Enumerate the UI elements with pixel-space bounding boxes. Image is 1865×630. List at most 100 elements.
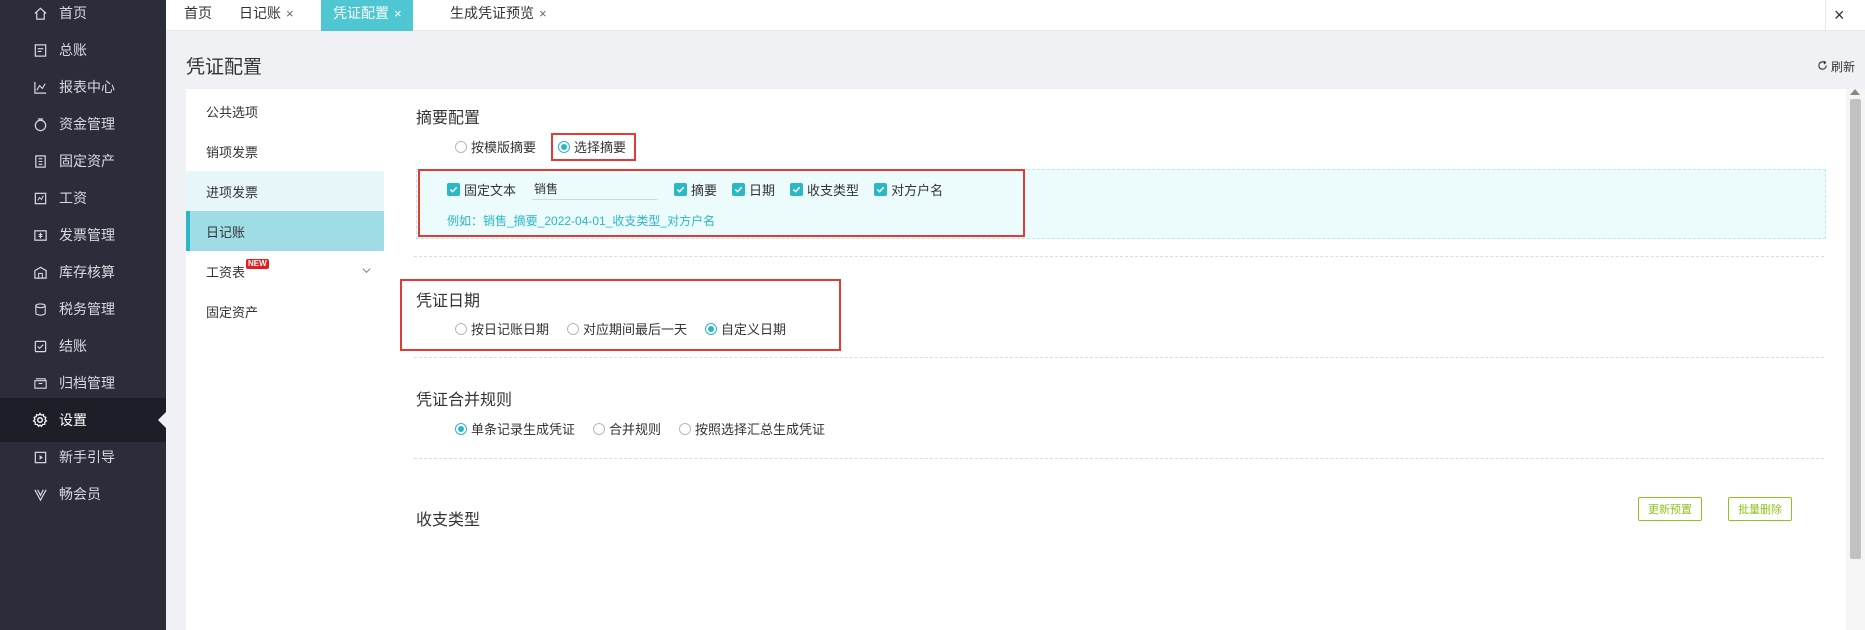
tab-voucher-config[interactable]: 凭证配置 × xyxy=(321,0,413,31)
close-all-tabs-button[interactable]: × xyxy=(1825,0,1865,31)
nav-label: 归档管理 xyxy=(59,375,115,391)
nav-item-vip[interactable]: 畅会员 xyxy=(0,472,166,516)
tab-label: 凭证配置 xyxy=(333,5,389,21)
vip-icon xyxy=(28,487,52,502)
submenu-label: 工资表 xyxy=(206,264,246,280)
divider xyxy=(414,458,1824,459)
nav-label: 设置 xyxy=(59,412,87,428)
nav-label: 库存核算 xyxy=(59,264,115,280)
nav-label: 总账 xyxy=(59,42,87,58)
income-type-title: 收支类型 xyxy=(416,512,481,529)
submenu-item-sales-invoice[interactable]: 销项发票 xyxy=(186,131,384,171)
checkout-icon xyxy=(28,339,52,354)
radio-merge-rule[interactable]: 合并规则 xyxy=(593,419,661,438)
sidebar: 首页 总账 报表中心 资金管理 固定资产 工资 发票管理 库存核算 税务管理 结… xyxy=(0,0,166,630)
radio-label: 按照选择汇总生成凭证 xyxy=(695,422,826,437)
tab-voucher-preview[interactable]: 生成凭证预览 × xyxy=(440,0,557,31)
refresh-icon xyxy=(1817,60,1828,74)
tab-bar: 首页 日记账 × 凭证配置 × 生成凭证预览 × × xyxy=(166,0,1865,31)
nav-label: 税务管理 xyxy=(59,301,115,317)
tab-home[interactable]: 首页 xyxy=(174,0,222,31)
submenu-label: 固定资产 xyxy=(206,304,259,320)
chart-icon xyxy=(28,80,52,95)
config-submenu: 公共选项 销项发票 进项发票 日记账 工资表 NEW 固定资产 xyxy=(166,89,384,630)
tab-label: 生成凭证预览 xyxy=(450,5,534,21)
gear-icon xyxy=(28,412,52,428)
close-icon[interactable]: × xyxy=(286,6,294,21)
nav-label: 发票管理 xyxy=(59,227,115,243)
update-preset-button[interactable]: 更新预置 xyxy=(1638,497,1702,521)
radio-circle xyxy=(455,140,467,153)
radio-template-summary[interactable]: 按模版摘要 xyxy=(455,137,536,156)
home-icon xyxy=(28,6,52,21)
radio-period-last-day[interactable]: 对应期间最后一天 xyxy=(567,319,687,338)
main-content: 摘要配置 按模版摘要 选择摘要 固定文本 摘要 日期 xyxy=(384,89,1865,630)
merge-rule-title: 凭证合并规则 xyxy=(416,392,513,409)
warehouse-icon xyxy=(28,265,52,280)
merge-rule-radios: 单条记录生成凭证 合并规则 按照选择汇总生成凭证 xyxy=(455,419,843,438)
radio-label: 按模版摘要 xyxy=(471,140,537,155)
radio-label: 按日记账日期 xyxy=(471,322,550,337)
nav-label: 新手引导 xyxy=(59,449,115,465)
voucher-date-radios: 按日记账日期 对应期间最后一天 自定义日期 xyxy=(455,319,804,338)
tab-label: 日记账 xyxy=(239,5,281,21)
radio-label: 合并规则 xyxy=(609,422,662,437)
page-title: 凭证配置 xyxy=(186,57,263,78)
summary-config-title: 摘要配置 xyxy=(416,110,481,127)
highlight-box xyxy=(418,169,1025,237)
submenu-item-payroll[interactable]: 工资表 NEW xyxy=(186,251,384,291)
tab-journal[interactable]: 日记账 × xyxy=(229,0,304,31)
radio-label: 自定义日期 xyxy=(721,322,787,337)
radio-custom-date[interactable]: 自定义日期 xyxy=(705,319,786,338)
chevron-down-icon[interactable] xyxy=(361,264,372,279)
nav-label: 结账 xyxy=(59,338,87,354)
nav-label: 资金管理 xyxy=(59,116,115,132)
divider xyxy=(414,357,1824,358)
refresh-button[interactable]: 刷新 xyxy=(1817,58,1855,75)
invoice-icon xyxy=(28,228,52,243)
radio-single-record[interactable]: 单条记录生成凭证 xyxy=(455,419,575,438)
radio-circle-checked xyxy=(705,322,718,335)
refresh-label: 刷新 xyxy=(1830,60,1855,74)
money-bag-icon xyxy=(28,117,52,132)
radio-journal-date[interactable]: 按日记账日期 xyxy=(455,319,549,338)
submenu-item-common[interactable]: 公共选项 xyxy=(186,91,384,131)
scrollbar[interactable] xyxy=(1846,89,1865,630)
archive-icon xyxy=(28,376,52,391)
page-header: 凭证配置 刷新 xyxy=(166,31,1865,89)
scrollbar-thumb[interactable] xyxy=(1850,99,1861,559)
radio-summary-by-selection[interactable]: 按照选择汇总生成凭证 xyxy=(679,419,825,438)
close-icon[interactable]: × xyxy=(394,6,402,21)
radio-label: 对应期间最后一天 xyxy=(583,322,688,337)
new-badge: NEW xyxy=(246,259,269,269)
divider xyxy=(414,256,1824,257)
nav-label: 固定资产 xyxy=(59,153,115,169)
submenu-label: 销项发票 xyxy=(206,144,259,160)
scroll-up-icon[interactable] xyxy=(1850,89,1860,95)
radio-circle xyxy=(567,322,580,335)
radio-circle xyxy=(593,422,606,435)
tax-icon xyxy=(28,302,52,317)
voucher-date-title: 凭证日期 xyxy=(416,293,481,310)
batch-delete-button[interactable]: 批量删除 xyxy=(1728,497,1792,521)
nav-label: 畅会员 xyxy=(59,486,101,502)
radio-circle xyxy=(455,322,467,335)
nav-label: 报表中心 xyxy=(59,79,115,95)
submenu-item-fixed-assets[interactable]: 固定资产 xyxy=(186,291,384,331)
nav-label: 首页 xyxy=(59,5,87,21)
submenu-label: 公共选项 xyxy=(206,104,259,120)
tab-label: 首页 xyxy=(184,5,212,21)
guide-icon xyxy=(28,450,52,465)
submenu-label: 日记账 xyxy=(206,224,246,240)
radio-circle-checked xyxy=(455,422,467,435)
nav-label: 工资 xyxy=(59,190,87,206)
salary-icon xyxy=(28,191,52,206)
submenu-label: 进项发票 xyxy=(206,184,259,200)
radio-circle xyxy=(679,422,692,435)
close-icon[interactable]: × xyxy=(539,6,547,21)
highlight-box xyxy=(551,133,636,161)
radio-label: 单条记录生成凭证 xyxy=(471,422,576,437)
submenu-item-journal[interactable]: 日记账 xyxy=(186,211,384,251)
ledger-icon xyxy=(28,43,52,58)
submenu-item-purchase-invoice[interactable]: 进项发票 xyxy=(186,171,384,211)
